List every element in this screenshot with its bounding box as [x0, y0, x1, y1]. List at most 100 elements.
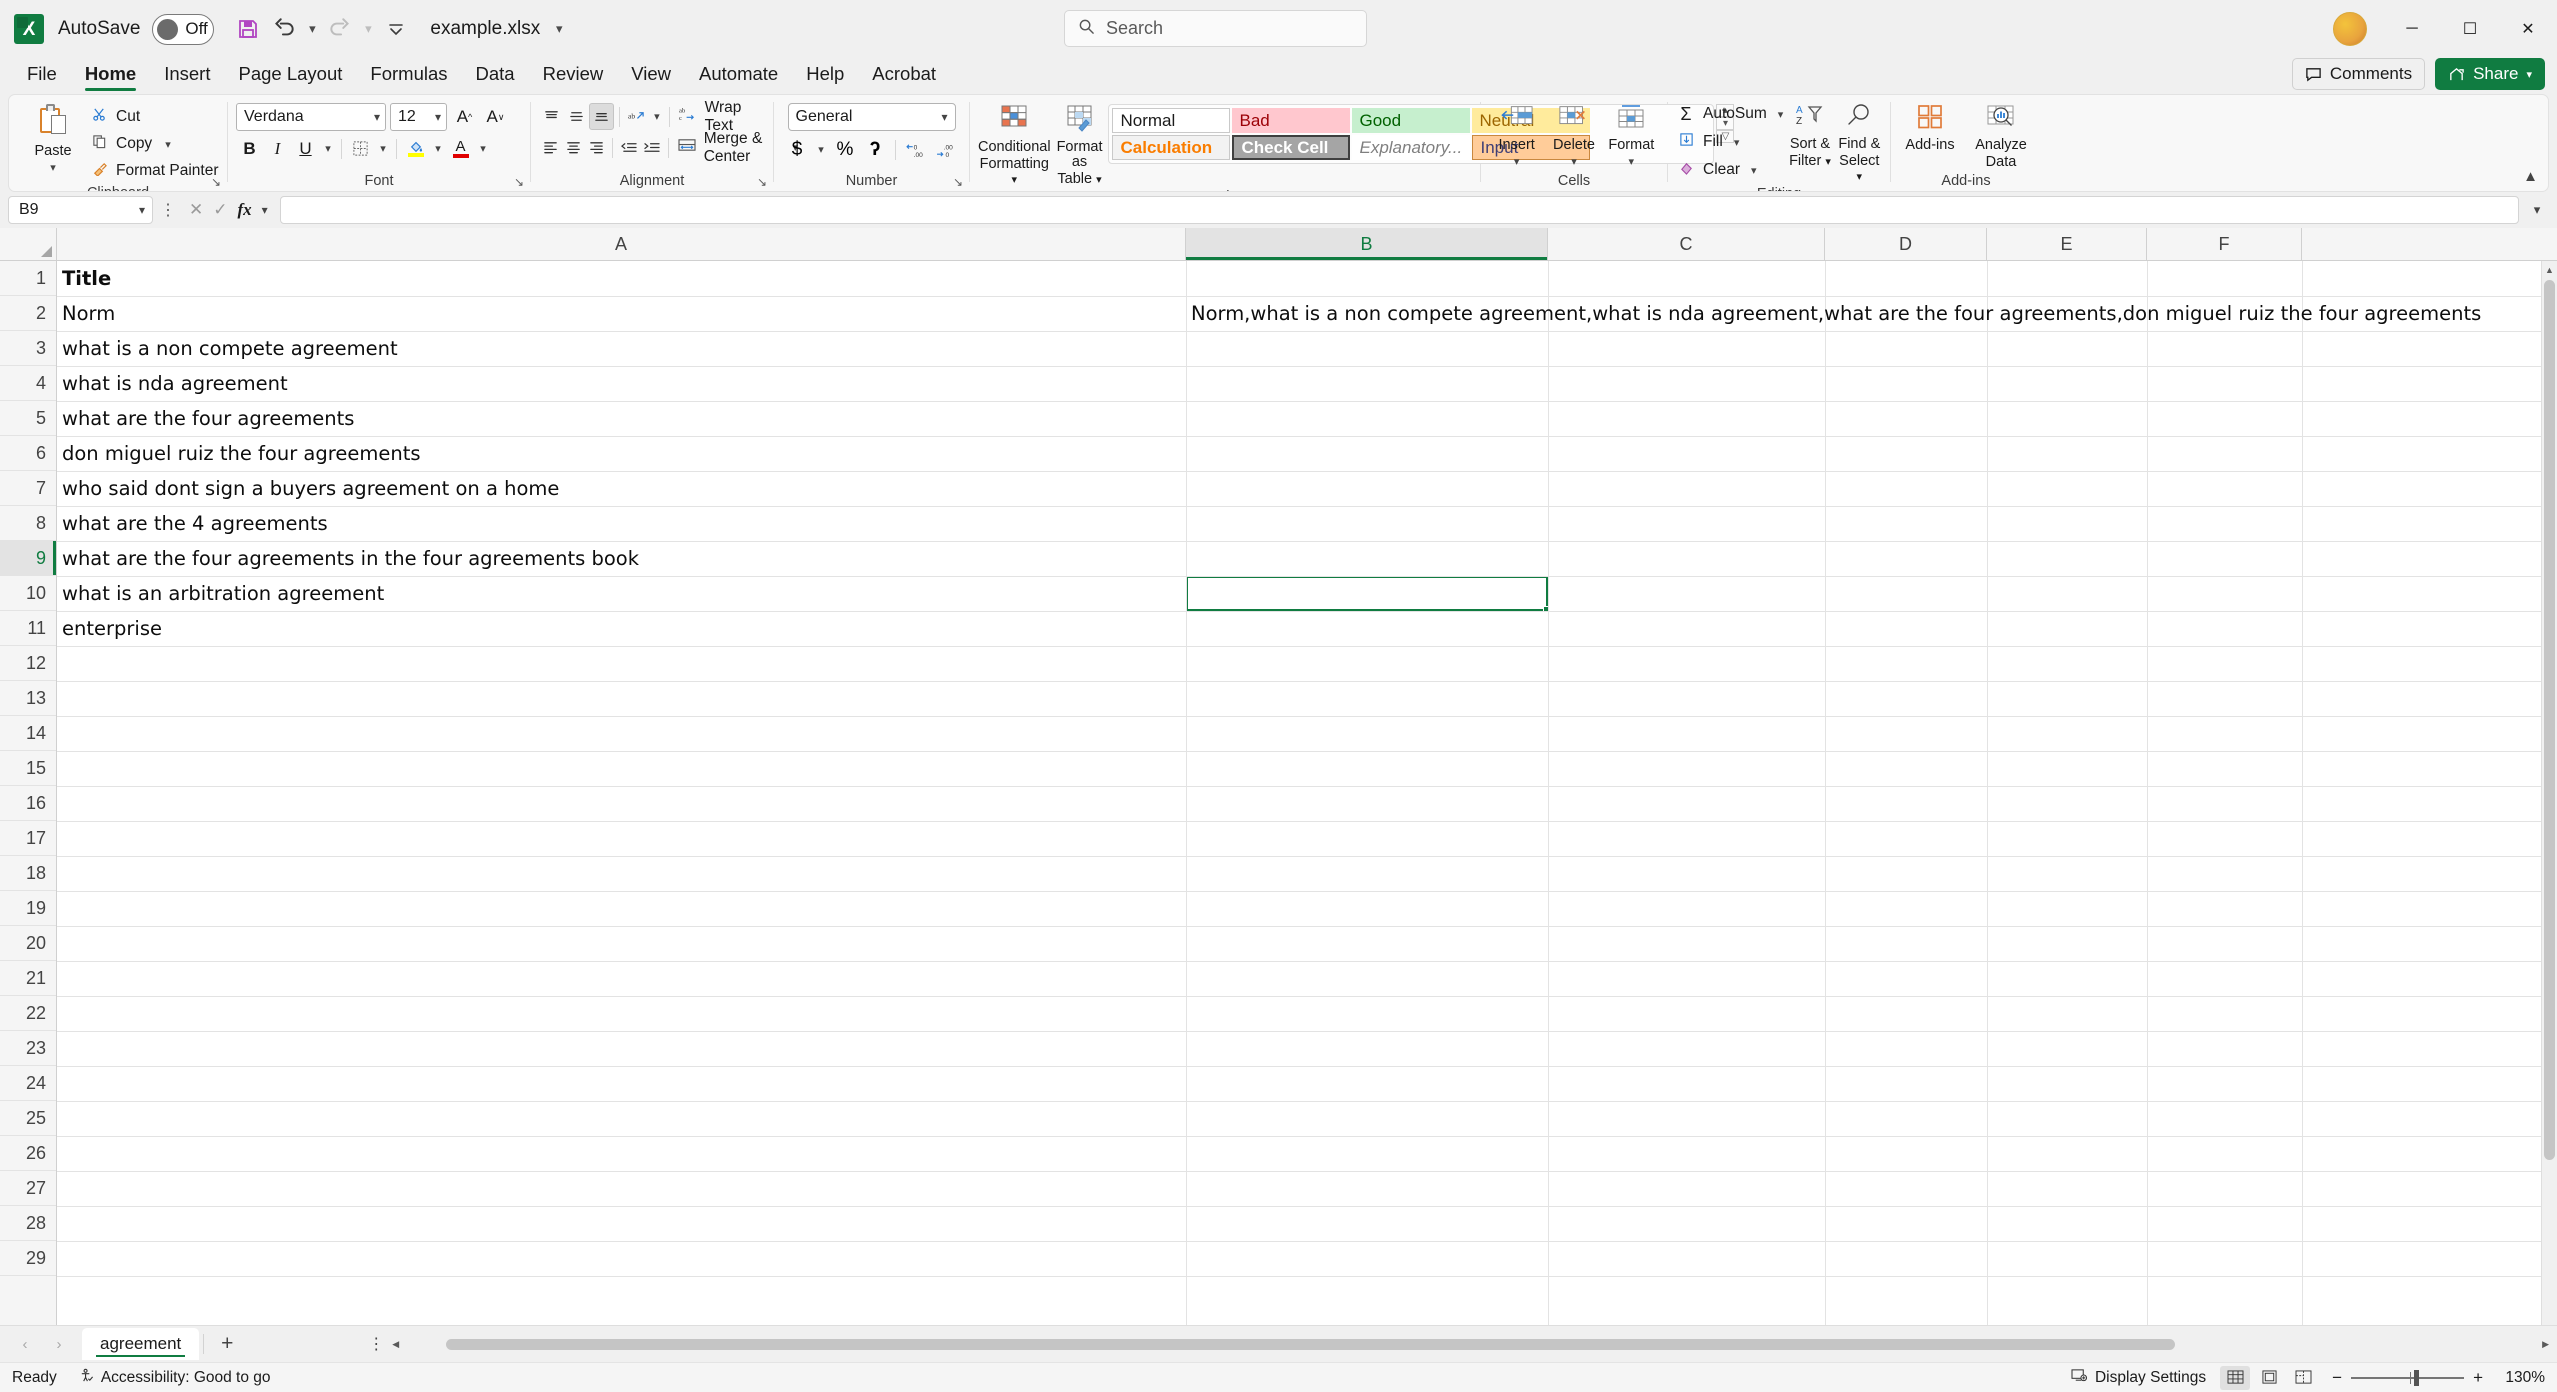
font-color-chevron-icon[interactable]: ▾ [475, 135, 491, 162]
sheet-options-kebab-icon[interactable]: ⋮ [366, 1334, 386, 1354]
increase-font-size-icon[interactable]: A ^ [451, 104, 478, 131]
delete-cells-button[interactable]: Delete ▾ [1546, 102, 1601, 168]
font-color-icon[interactable]: A [447, 135, 474, 162]
save-icon[interactable] [230, 11, 266, 47]
comma-style-button[interactable]: ʔ [861, 136, 889, 163]
avatar[interactable] [2333, 12, 2367, 46]
cell-A4[interactable]: what is nda agreement [57, 366, 1186, 401]
analyze-data-button[interactable]: Analyze Data [1969, 102, 2033, 170]
align-left-icon[interactable] [539, 134, 561, 161]
column-header-b[interactable]: B [1186, 228, 1548, 261]
formula-chevron-icon[interactable]: ▾ [262, 203, 268, 217]
formula-bar-kebab-icon[interactable]: ⋮ [159, 200, 177, 220]
italic-button[interactable]: I [264, 135, 291, 162]
page-layout-view-button[interactable] [2254, 1366, 2284, 1390]
format-chevron-icon[interactable]: ▾ [1629, 155, 1635, 168]
autosum-button[interactable]: Σ AutoSum ▾ [1676, 101, 1783, 127]
row-header-21[interactable]: 21 [0, 961, 56, 996]
orientation-icon[interactable]: ab [625, 103, 649, 130]
horizontal-scroll-thumb[interactable] [445, 1338, 2176, 1350]
conditional-formatting-button[interactable]: Conditional Formatting ▾ [978, 102, 1051, 188]
underline-chevron-icon[interactable]: ▾ [320, 135, 336, 162]
delete-chevron-icon[interactable]: ▾ [1571, 155, 1577, 168]
minimize-button[interactable]: ─ [2383, 0, 2441, 58]
customize-quick-access-icon[interactable] [378, 11, 414, 47]
row-header-3[interactable]: 3 [0, 331, 56, 366]
row-header-19[interactable]: 19 [0, 891, 56, 926]
insert-chevron-icon[interactable]: ▾ [1514, 155, 1520, 168]
copy-chevron-icon[interactable]: ▾ [165, 138, 171, 151]
cancel-formula-icon[interactable]: ✕ [189, 200, 203, 220]
cell-A5[interactable]: what are the four agreements [57, 401, 1186, 436]
fill-color-icon[interactable] [402, 135, 429, 162]
scroll-up-icon[interactable]: ▲ [2545, 261, 2554, 278]
scroll-right-icon[interactable]: ▶ [2542, 1339, 2549, 1350]
row-header-20[interactable]: 20 [0, 926, 56, 961]
row-header-17[interactable]: 17 [0, 821, 56, 856]
search-box[interactable]: Search [1064, 10, 1367, 47]
style-calculation[interactable]: Calculation [1112, 135, 1231, 160]
cell-A9[interactable]: what are the four agreements in the four… [57, 541, 1186, 576]
format-cells-button[interactable]: Format ▾ [1604, 102, 1659, 168]
column-header-c[interactable]: C [1548, 228, 1825, 261]
style-check-cell[interactable]: Check Cell [1232, 135, 1351, 160]
grid-cells[interactable]: Title Norm what is a non compete agreement… [57, 261, 2557, 1325]
row-header-25[interactable]: 25 [0, 1101, 56, 1136]
tab-review[interactable]: Review [530, 59, 617, 94]
row-header-13[interactable]: 13 [0, 681, 56, 716]
align-right-icon[interactable] [585, 134, 607, 161]
autosave-toggle[interactable]: Off [152, 13, 215, 45]
format-as-table-button[interactable]: Format as Table ▾ [1057, 102, 1102, 188]
close-button[interactable]: ✕ [2499, 0, 2557, 58]
format-painter-button[interactable]: Format Painter [89, 158, 219, 184]
decrease-font-size-icon[interactable]: A ∨ [482, 104, 509, 131]
row-header-15[interactable]: 15 [0, 751, 56, 786]
row-header-9[interactable]: 9 [0, 541, 56, 576]
maximize-button[interactable]: ☐ [2441, 0, 2499, 58]
tab-formulas[interactable]: Formulas [357, 59, 460, 94]
row-header-11[interactable]: 11 [0, 611, 56, 646]
row-header-8[interactable]: 8 [0, 506, 56, 541]
column-header-a[interactable]: A [57, 228, 1186, 261]
row-header-27[interactable]: 27 [0, 1171, 56, 1206]
borders-icon[interactable] [347, 135, 374, 162]
increase-indent-icon[interactable] [641, 134, 663, 161]
column-header-e[interactable]: E [1987, 228, 2147, 261]
undo-icon[interactable] [266, 11, 302, 47]
font-dialog-launcher[interactable]: ↘ [514, 175, 524, 189]
tab-acrobat[interactable]: Acrobat [859, 59, 949, 94]
zoom-thumb[interactable] [2414, 1369, 2420, 1386]
column-header-f[interactable]: F [2147, 228, 2302, 261]
row-header-1[interactable]: 1 [0, 261, 56, 296]
row-header-16[interactable]: 16 [0, 786, 56, 821]
formula-input[interactable] [279, 196, 2519, 224]
font-size-input[interactable]: 12 ▾ [390, 103, 447, 131]
cell-A3[interactable]: what is a non compete agreement [57, 331, 1186, 366]
row-header-10[interactable]: 10 [0, 576, 56, 611]
row-header-14[interactable]: 14 [0, 716, 56, 751]
cell-A2[interactable]: Norm [57, 296, 1186, 331]
zoom-level-label[interactable]: 130% [2497, 1369, 2545, 1387]
currency-button[interactable]: $ [783, 136, 811, 163]
underline-button[interactable]: U [292, 135, 319, 162]
zoom-track[interactable] [2351, 1369, 2465, 1386]
horizontal-scroll-track[interactable] [403, 1337, 2539, 1351]
zoom-out-button[interactable]: − [2332, 1368, 2342, 1388]
row-header-2[interactable]: 2 [0, 296, 56, 331]
clear-button[interactable]: Clear ▾ [1676, 157, 1783, 183]
currency-chevron-icon[interactable]: ▾ [813, 136, 829, 163]
cell-A6[interactable]: don miguel ruiz the four agreements [57, 436, 1186, 471]
tab-view[interactable]: View [618, 59, 684, 94]
autosum-chevron-icon[interactable]: ▾ [1778, 108, 1784, 121]
zoom-in-button[interactable]: + [2473, 1368, 2483, 1388]
align-top-icon[interactable] [539, 103, 563, 130]
row-header-29[interactable]: 29 [0, 1241, 56, 1276]
next-sheet-button[interactable]: › [42, 1329, 76, 1359]
percent-button[interactable]: % [831, 136, 859, 163]
fill-button[interactable]: Fill ▾ [1676, 129, 1783, 155]
row-header-4[interactable]: 4 [0, 366, 56, 401]
zoom-slider[interactable]: − + [2332, 1368, 2483, 1388]
borders-chevron-icon[interactable]: ▾ [375, 135, 391, 162]
row-header-6[interactable]: 6 [0, 436, 56, 471]
row-header-5[interactable]: 5 [0, 401, 56, 436]
